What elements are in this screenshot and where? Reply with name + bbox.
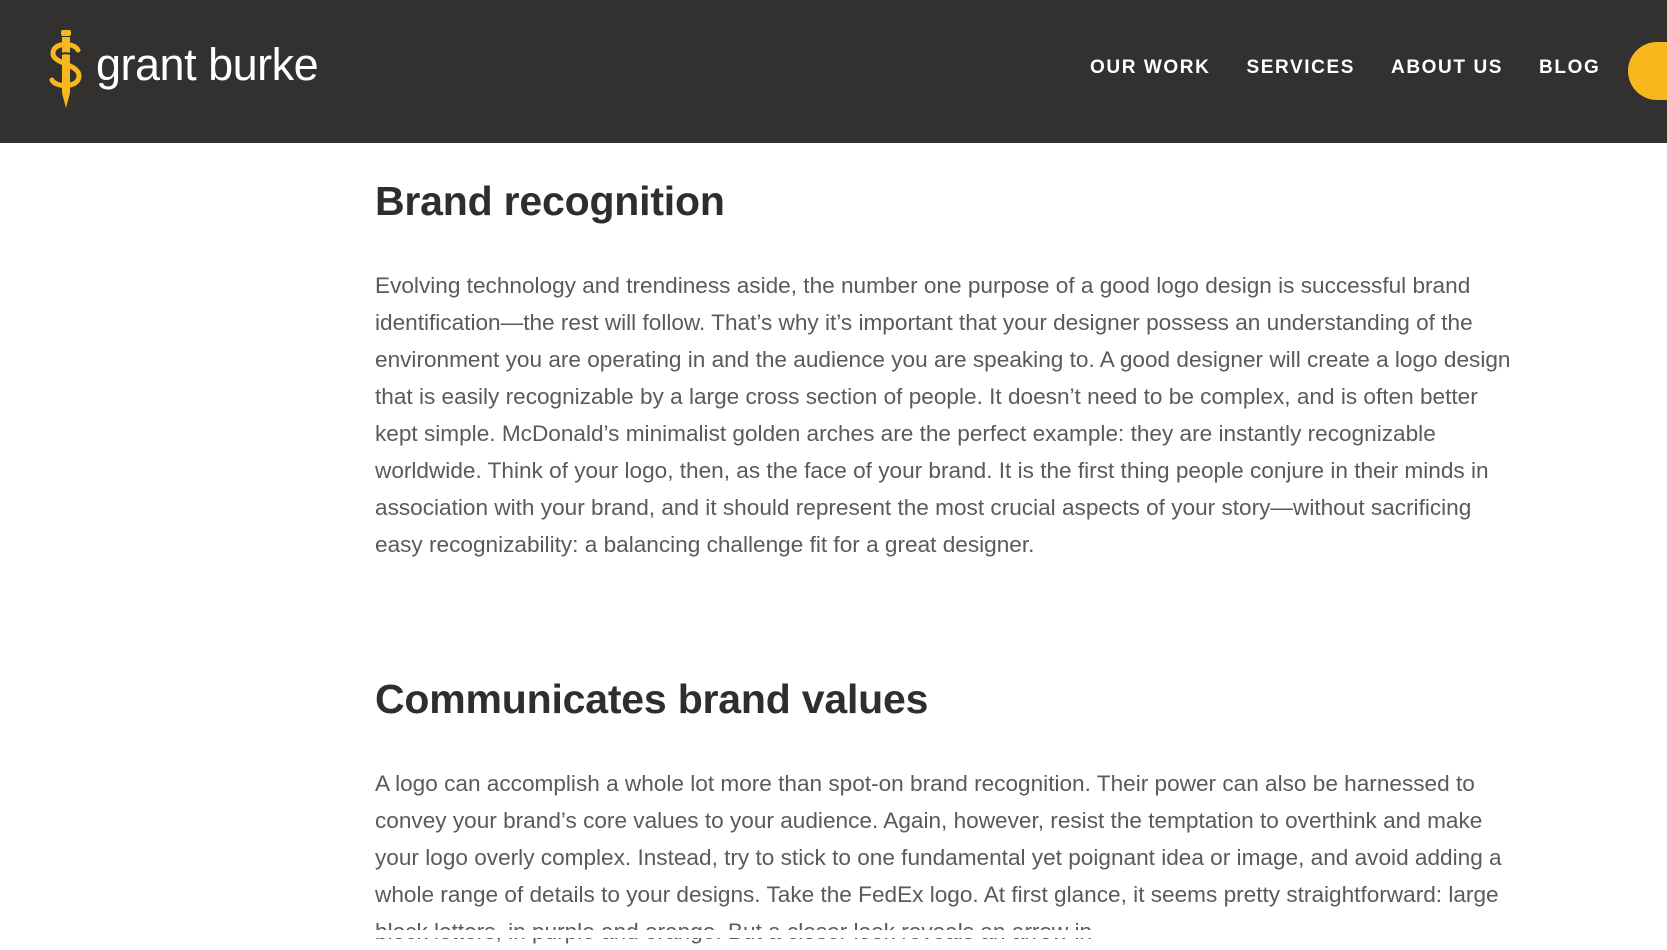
pencil-dollar-icon [49, 30, 82, 108]
home-logo-link[interactable]: grant burke [46, 28, 319, 112]
viewport-bottom-edge [0, 930, 1667, 938]
section-body-brand-recognition: Evolving technology and trendiness aside… [375, 273, 1511, 557]
nav-services[interactable]: SERVICES [1246, 57, 1355, 78]
section-body-brand-values: A logo can accomplish a whole lot more t… [375, 771, 1502, 944]
nav-blog[interactable]: BLOG [1539, 57, 1600, 78]
main-nav: OUR WORK SERVICES ABOUT US BLOG [1090, 57, 1600, 79]
section-heading-brand-recognition: Brand recognition [375, 178, 725, 224]
contact-button[interactable] [1628, 42, 1667, 100]
nav-our-work[interactable]: OUR WORK [1090, 57, 1210, 78]
brand-name: grant burke [96, 38, 319, 90]
section-heading-brand-values: Communicates brand values [375, 676, 929, 722]
site-header: grant burke OUR WORK SERVICES ABOUT US B… [0, 0, 1667, 143]
nav-about-us[interactable]: ABOUT US [1391, 57, 1503, 78]
